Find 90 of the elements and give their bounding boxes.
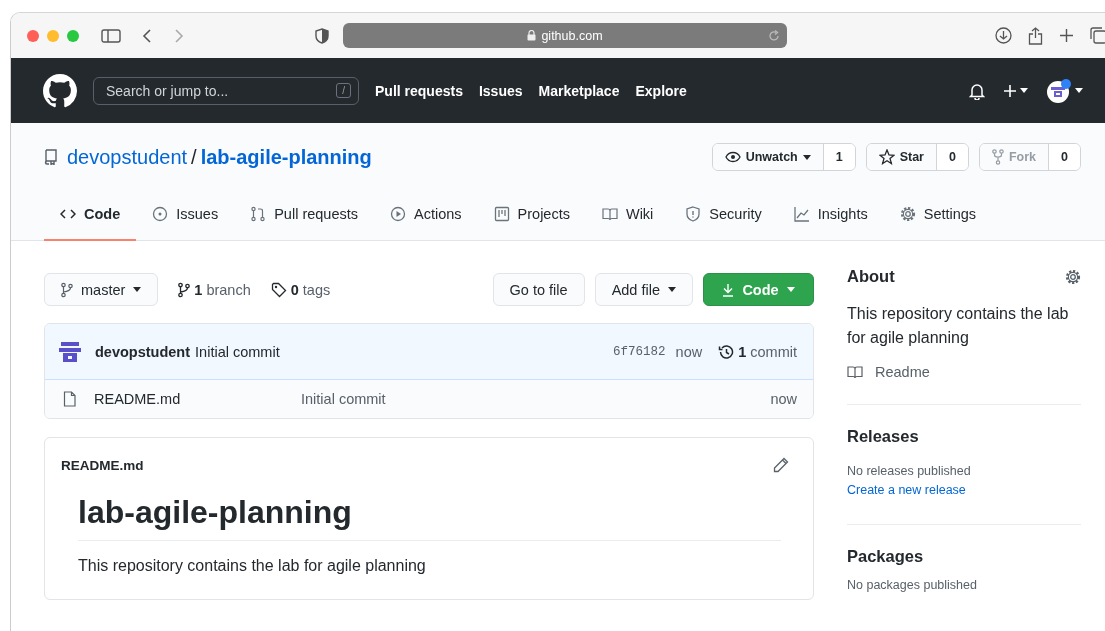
readme-text: This repository contains the lab for agile planning — [78, 557, 427, 575]
sidebar-icon[interactable] — [101, 27, 121, 44]
graph-icon — [793, 206, 810, 222]
readme-link[interactable]: Readme — [847, 364, 1081, 380]
add-file-button[interactable]: Add file — [594, 273, 693, 306]
download-icon[interactable] — [995, 27, 1012, 44]
repo-tab[interactable]: Settings — [883, 189, 993, 241]
pencil-icon[interactable] — [773, 457, 789, 473]
path-separator: / — [191, 145, 197, 169]
commit-author-link[interactable]: devopstudent — [95, 343, 191, 360]
repo-tab[interactable]: Issues — [136, 189, 235, 241]
file-commit-link[interactable]: Initial commit — [301, 391, 386, 407]
releases-heading: Releases — [847, 427, 920, 446]
file-icon — [63, 391, 76, 407]
circle-dot-icon — [152, 206, 169, 222]
repo-description: This repository contains the lab for agile planning — [847, 304, 1070, 348]
repo-icon — [44, 149, 57, 165]
repo-tab[interactable]: Wiki — [585, 189, 670, 241]
share-icon[interactable] — [1028, 26, 1043, 45]
profile-menu[interactable] — [1046, 77, 1083, 104]
nav-link[interactable]: Issues — [478, 82, 523, 99]
address-bar[interactable]: github.com — [343, 23, 787, 48]
create-release-link[interactable]: Create a new release — [847, 481, 1081, 500]
avatar-icon — [59, 340, 81, 363]
avatar-icon — [1046, 77, 1072, 104]
caret-icon — [133, 287, 142, 292]
close-light[interactable] — [27, 29, 39, 42]
url-text: github.com — [541, 28, 603, 43]
bell-icon[interactable] — [969, 81, 985, 100]
branch-icon — [61, 281, 73, 298]
shortcut-key: / — [336, 82, 351, 98]
star-icon — [878, 149, 895, 165]
gear-icon[interactable] — [1065, 268, 1081, 285]
commit-hash-link[interactable]: 6f76182 — [613, 344, 666, 359]
packages-heading: Packages — [847, 547, 925, 566]
packages-note: No packages published — [847, 577, 978, 594]
plus-icon — [1003, 83, 1017, 98]
repo-name-link[interactable]: lab-agile-planning — [200, 145, 372, 169]
fork-icon — [991, 149, 1004, 165]
releases-note: No releases published — [847, 463, 972, 480]
new-tab-icon[interactable] — [1059, 28, 1074, 43]
board-icon — [493, 206, 510, 222]
shield-icon[interactable] — [315, 27, 329, 44]
repo-tab[interactable]: Insights — [777, 189, 884, 241]
octocat-logo[interactable] — [43, 73, 77, 108]
book-icon — [601, 206, 618, 222]
repo-tab[interactable]: Projects — [477, 189, 586, 241]
create-menu[interactable] — [1003, 83, 1028, 98]
star-button[interactable]: Star — [866, 144, 937, 170]
nav-link[interactable]: Pull requests — [375, 82, 463, 99]
repo-tab[interactable]: Code — [44, 189, 137, 241]
shield-icon — [685, 206, 702, 222]
tags-link[interactable]: 0 tags — [270, 281, 331, 298]
watch-button[interactable]: Unwatch — [712, 144, 824, 170]
commits-link[interactable]: 1 commit — [718, 343, 797, 360]
count-link[interactable]: 0 — [937, 144, 968, 170]
play-icon — [390, 206, 406, 222]
readme-heading: lab-agile-planning — [78, 494, 781, 541]
count-link[interactable]: 1 — [823, 144, 855, 170]
back-icon[interactable] — [141, 27, 153, 44]
file-name-link[interactable]: README.md — [94, 391, 301, 407]
repo-tab[interactable]: Pull requests — [234, 189, 374, 241]
branch-icon — [178, 281, 191, 298]
nav-link[interactable]: Marketplace — [538, 82, 620, 99]
owner-link[interactable]: devopstudent — [67, 145, 188, 169]
commit-time: now — [675, 343, 703, 360]
go-to-file-button[interactable]: Go to file — [492, 273, 585, 306]
readme-filename: README.md — [61, 457, 144, 473]
repo-tab[interactable]: Security — [669, 189, 778, 241]
download-icon — [722, 282, 735, 297]
gear-icon — [899, 206, 916, 222]
history-icon — [718, 343, 735, 360]
commit-message-link[interactable]: Initial commit — [195, 343, 280, 360]
eye-icon — [724, 151, 741, 163]
nav-link[interactable]: Explore — [635, 82, 687, 99]
repo-tab[interactable]: Actions — [374, 189, 478, 241]
pull-request-icon — [250, 206, 267, 222]
caret-icon — [1020, 88, 1028, 93]
lock-icon — [527, 30, 537, 41]
branch-selector[interactable]: master — [44, 273, 159, 306]
branches-link[interactable]: 1 branch — [178, 281, 251, 298]
caret-icon — [802, 154, 811, 160]
tag-icon — [270, 281, 287, 298]
tabs-overview-icon[interactable] — [1090, 27, 1105, 44]
caret-icon — [1075, 88, 1083, 93]
file-time: now — [770, 391, 797, 407]
about-heading: About — [847, 267, 895, 286]
caret-icon — [668, 287, 676, 292]
caret-icon — [786, 287, 795, 292]
book-icon — [847, 365, 863, 379]
